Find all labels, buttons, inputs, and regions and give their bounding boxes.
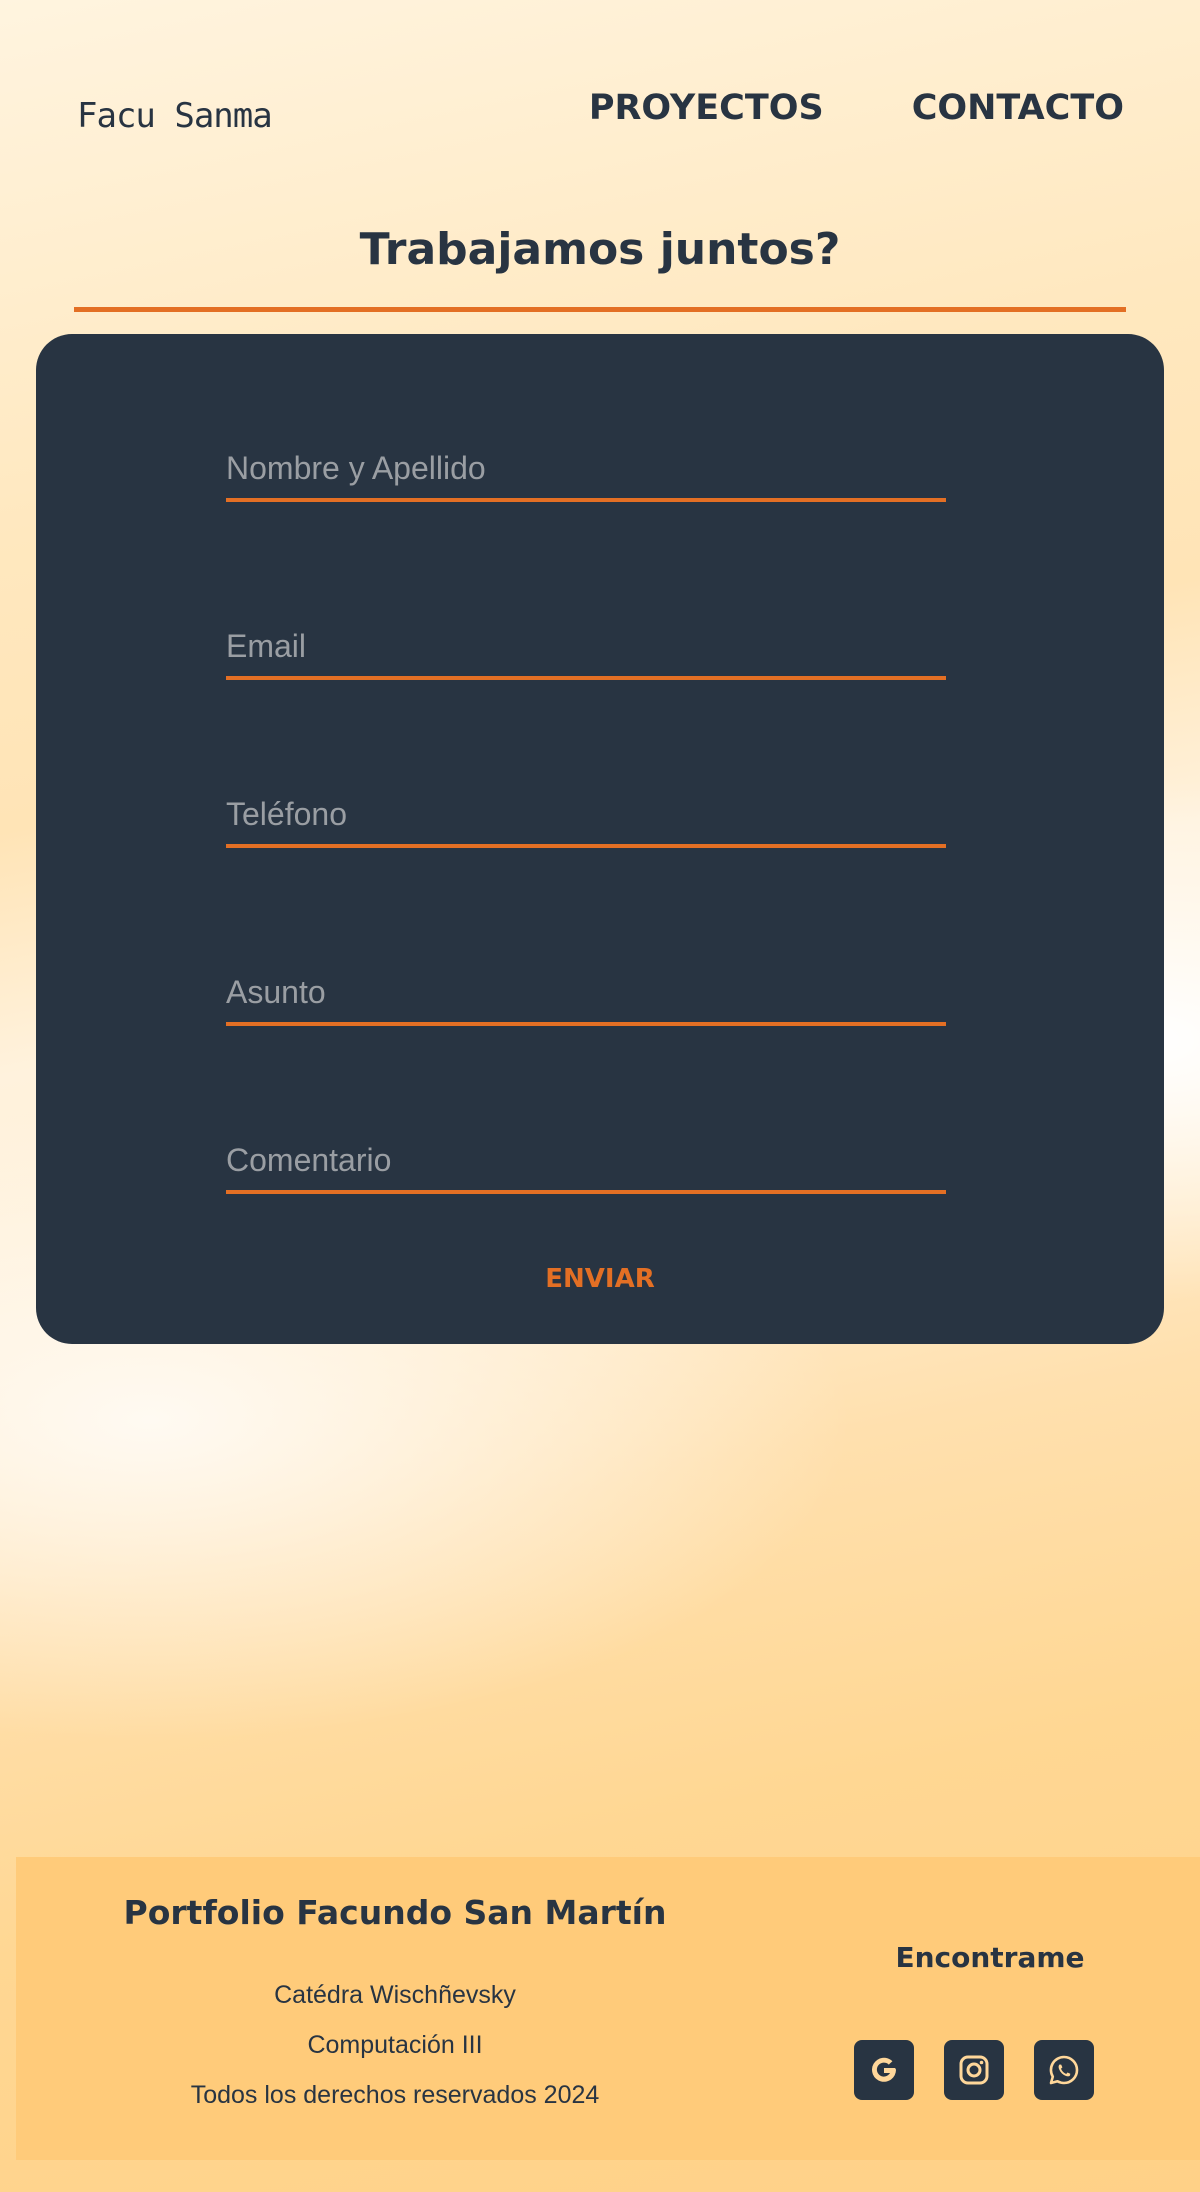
footer-title: Portfolio Facundo San Martín [123,1893,667,1932]
nav-link-proyectos[interactable]: PROYECTOS [589,88,824,128]
google-icon [872,2057,896,2082]
email-field-wrapper [226,616,946,680]
instagram-link[interactable] [944,2040,1004,2100]
subject-field-wrapper [226,962,946,1026]
footer-line-copyright: Todos los derechos reservados 2024 [190,2081,600,2109]
phone-field-wrapper [226,784,946,848]
section-title: Trabajamos juntos? [359,224,841,275]
comment-field-wrapper [226,1130,946,1194]
comment-input[interactable] [226,1130,946,1190]
name-input[interactable] [226,438,946,498]
name-field-wrapper [226,438,946,502]
title-divider [74,307,1126,312]
whatsapp-link[interactable] [1034,2040,1094,2100]
find-me-title: Encontrame [895,1941,1085,1974]
subject-input[interactable] [226,962,946,1022]
footer-line-course: Computación III [307,2031,483,2059]
send-button[interactable]: ENVIAR [36,1264,1164,1294]
email-input[interactable] [226,616,946,676]
google-link[interactable] [854,2040,914,2100]
main-nav: PROYECTOS CONTACTO [589,88,1124,128]
contact-form: ENVIAR [36,334,1164,1344]
site-footer: Portfolio Facundo San Martín Catédra Wis… [16,1857,1200,2160]
phone-input[interactable] [226,784,946,844]
nav-link-contacto[interactable]: CONTACTO [912,88,1124,128]
site-logo[interactable]: Facu Sanma [77,96,273,136]
instagram-icon [959,2055,989,2085]
whatsapp-icon [1049,2055,1079,2085]
footer-line-chair: Catédra Wischñevsky [274,1981,516,2009]
